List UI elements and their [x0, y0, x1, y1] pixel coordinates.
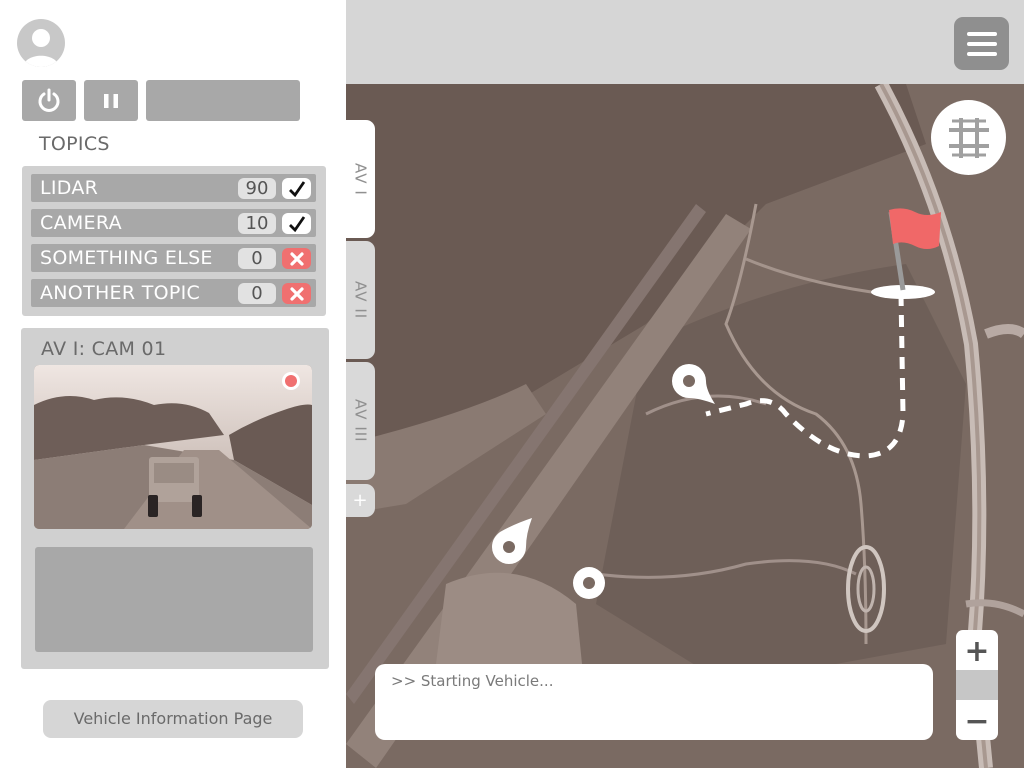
camera-feed-image: [34, 365, 312, 529]
add-tab-label: +: [352, 490, 369, 511]
topic-name: CAMERA: [40, 212, 122, 234]
console-log[interactable]: >> Starting Vehicle...: [375, 664, 933, 740]
topic-count: 90: [238, 178, 276, 199]
camera-feed[interactable]: [34, 365, 312, 529]
zoom-out-button[interactable]: −: [956, 702, 998, 740]
tab-label: AV I: [351, 162, 370, 196]
topic-toggle-on[interactable]: [282, 213, 311, 234]
topics-panel: LIDAR 90 CAMERA 10 SOMETHING ELSE 0 ANOT…: [22, 166, 326, 316]
recording-indicator: [282, 372, 300, 390]
topic-name: ANOTHER TOPIC: [40, 282, 201, 304]
tab-av-2[interactable]: AV II: [346, 241, 375, 359]
flag-icon[interactable]: [869, 204, 941, 300]
add-tab-button[interactable]: +: [346, 484, 375, 517]
map-view[interactable]: AV I AV II AV III + >> Starting Vehicle.…: [346, 84, 1024, 768]
pause-button[interactable]: [84, 80, 138, 121]
tab-label: AV II: [351, 280, 370, 320]
topic-count: 0: [238, 283, 276, 304]
check-icon: [288, 215, 305, 232]
topic-row-something-else: SOMETHING ELSE 0: [31, 244, 316, 272]
grid-toggle-button[interactable]: [931, 100, 1006, 175]
power-button[interactable]: [22, 80, 76, 121]
topic-count: 10: [238, 213, 276, 234]
location-pin-icon[interactable]: [490, 516, 536, 566]
x-icon: [289, 286, 304, 301]
camera-panel: AV I: CAM 01: [21, 328, 329, 669]
topic-name: SOMETHING ELSE: [40, 247, 213, 269]
topic-row-another-topic: ANOTHER TOPIC 0: [31, 279, 316, 307]
zoom-in-button[interactable]: +: [956, 632, 998, 670]
camera-info-box: [35, 547, 313, 652]
tab-av-1[interactable]: AV I: [346, 120, 375, 238]
x-icon: [289, 251, 304, 266]
blank-control-button[interactable]: [146, 80, 300, 121]
topic-toggle-on[interactable]: [282, 178, 311, 199]
topic-row-lidar: LIDAR 90: [31, 174, 316, 202]
camera-title: AV I: CAM 01: [41, 338, 167, 360]
vehicle-information-page-button[interactable]: Vehicle Information Page: [43, 700, 303, 738]
pause-icon: [104, 93, 118, 108]
tab-label: AV III: [351, 399, 370, 443]
topics-title: TOPICS: [39, 133, 110, 155]
waypoint-icon[interactable]: [572, 566, 606, 600]
topic-toggle-off[interactable]: [282, 283, 311, 304]
topic-name: LIDAR: [40, 177, 99, 199]
tab-av-3[interactable]: AV III: [346, 362, 375, 480]
hamburger-menu-icon: [966, 31, 997, 56]
topic-count: 0: [238, 248, 276, 269]
grid-icon: [948, 117, 989, 158]
location-pin-icon[interactable]: [671, 364, 717, 410]
user-icon: [23, 29, 59, 67]
menu-button[interactable]: [954, 17, 1009, 70]
console-text: >> Starting Vehicle...: [391, 672, 554, 690]
topic-row-camera: CAMERA 10: [31, 209, 316, 237]
top-bar: [346, 0, 1024, 84]
sidebar: TOPICS LIDAR 90 CAMERA 10 SOMETHING ELSE…: [0, 0, 346, 768]
check-icon: [288, 180, 305, 197]
topic-toggle-off[interactable]: [282, 248, 311, 269]
zoom-level-indicator: [956, 670, 998, 700]
user-avatar[interactable]: [17, 19, 65, 67]
power-icon: [38, 88, 60, 112]
zoom-control: + −: [956, 630, 998, 740]
